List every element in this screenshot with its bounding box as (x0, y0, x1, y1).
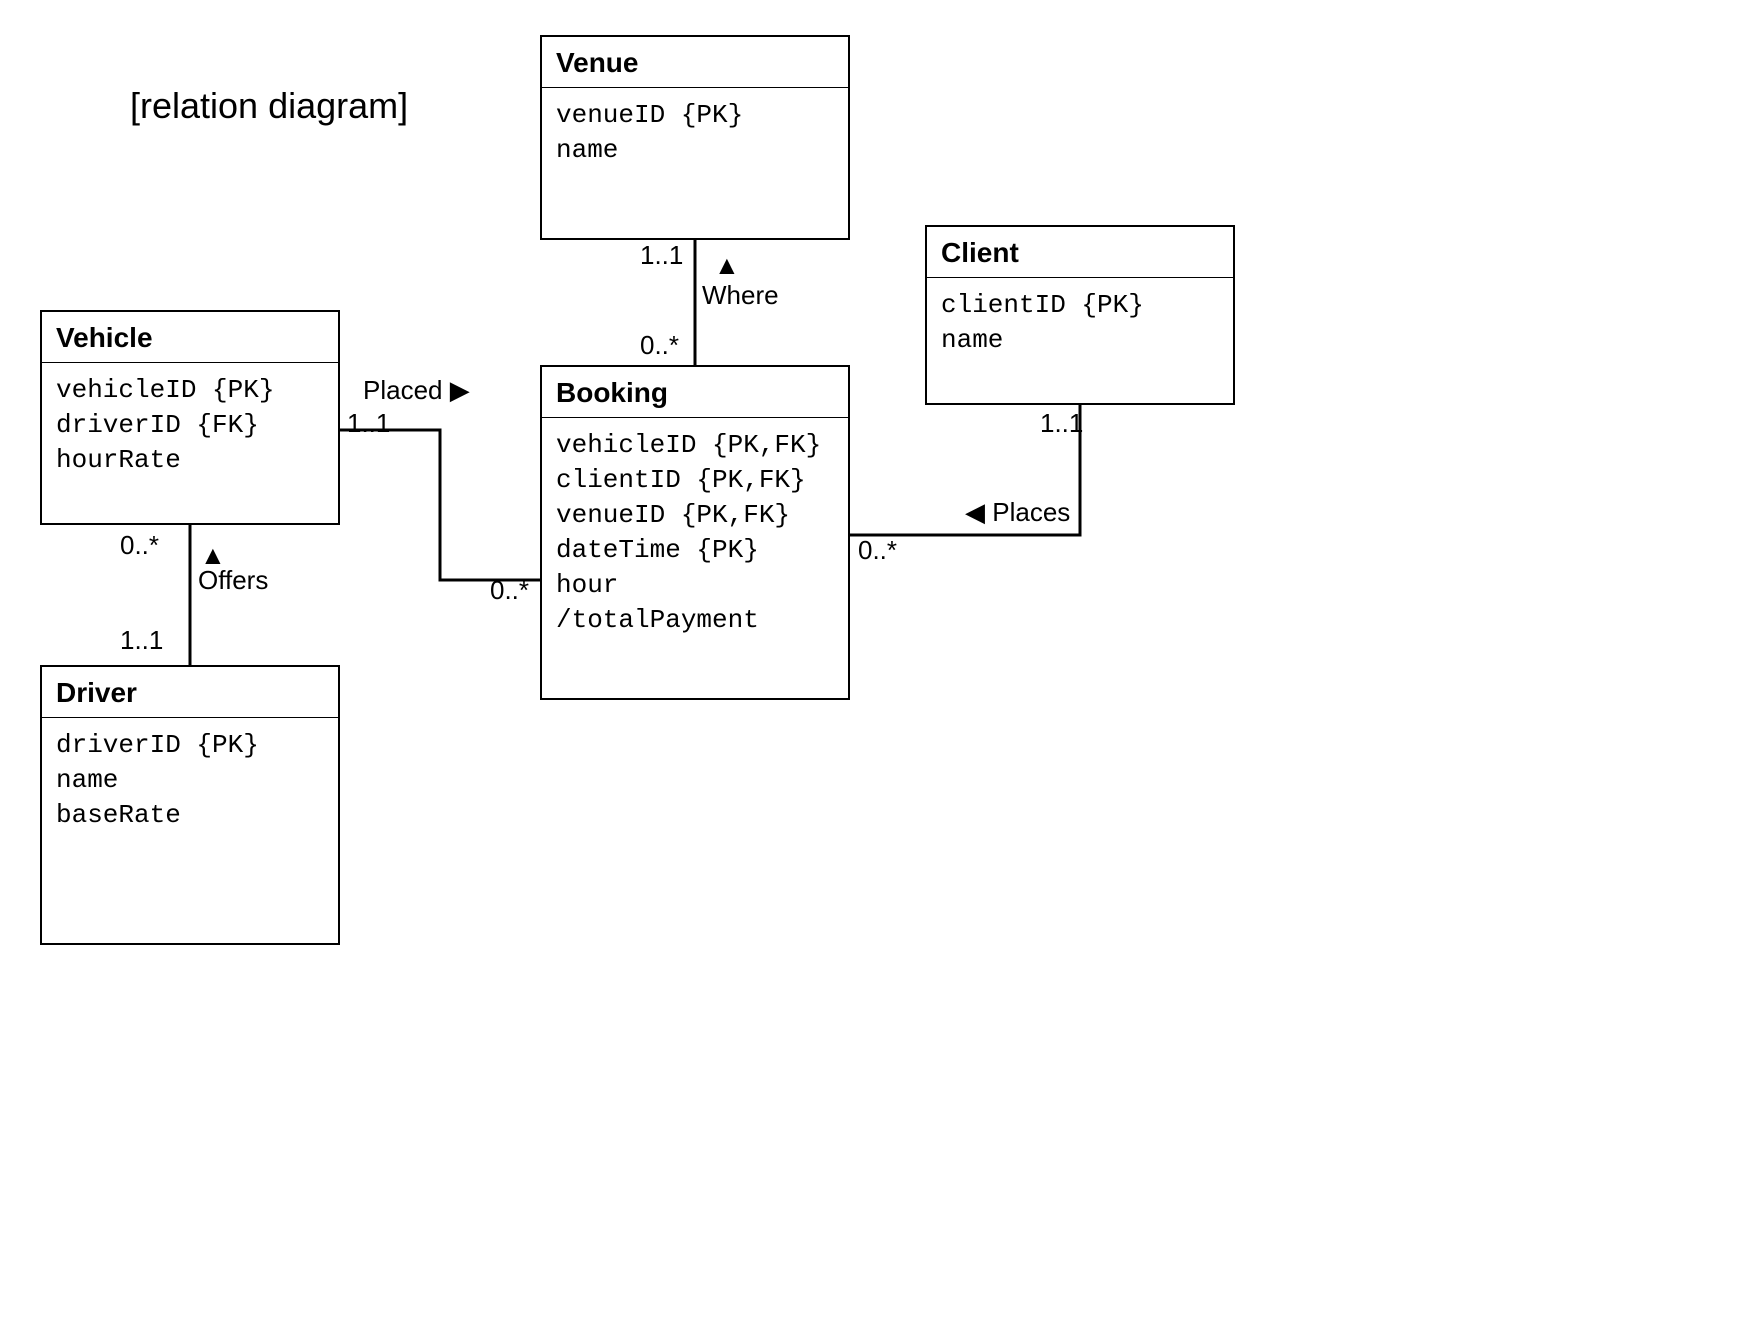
relation-where-m1: 1..1 (640, 240, 683, 271)
entity-driver-attr-1: name (56, 763, 324, 798)
entity-booking-attrs: vehicleID {PK,FK} clientID {PK,FK} venue… (542, 418, 848, 649)
entity-venue-attr-0: venueID {PK} (556, 98, 834, 133)
entity-booking-attr-0: vehicleID {PK,FK} (556, 428, 834, 463)
arrow-left-icon: ◀ (965, 497, 985, 527)
entity-client-attrs: clientID {PK} name (927, 278, 1233, 368)
arrow-up-icon-2: ▲ (714, 250, 740, 281)
entity-booking-attr-4: hour (556, 568, 834, 603)
entity-venue-attrs: venueID {PK} name (542, 88, 848, 178)
arrow-right-icon: ▶ (450, 375, 470, 405)
entity-venue-attr-1: name (556, 133, 834, 168)
entity-vehicle-attr-1: driverID {FK} (56, 408, 324, 443)
relation-offers-m2: 1..1 (120, 625, 163, 656)
relation-places-m2: 1..1 (1040, 408, 1083, 439)
relation-places-label: ◀ Places (965, 497, 1070, 528)
entity-driver-attrs: driverID {PK} name baseRate (42, 718, 338, 843)
entity-booking-attr-2: venueID {PK,FK} (556, 498, 834, 533)
entity-client-name: Client (927, 227, 1233, 278)
entity-vehicle-attr-2: hourRate (56, 443, 324, 478)
relation-where-label: Where (702, 280, 779, 311)
entity-vehicle-name: Vehicle (42, 312, 338, 363)
entity-client-attr-1: name (941, 323, 1219, 358)
entity-booking-attr-1: clientID {PK,FK} (556, 463, 834, 498)
entity-vehicle: Vehicle vehicleID {PK} driverID {FK} hou… (40, 310, 340, 525)
diagram-canvas: [relation diagram] Vehicle vehicleID {PK… (0, 0, 1753, 1331)
entity-vehicle-attrs: vehicleID {PK} driverID {FK} hourRate (42, 363, 338, 488)
entity-venue: Venue venueID {PK} name (540, 35, 850, 240)
entity-booking-attr-3: dateTime {PK} (556, 533, 834, 568)
entity-driver-attr-2: baseRate (56, 798, 324, 833)
entity-vehicle-attr-0: vehicleID {PK} (56, 373, 324, 408)
relation-places-m1: 0..* (858, 535, 897, 566)
relation-placed-label: Placed ▶ (363, 375, 470, 406)
entity-booking-name: Booking (542, 367, 848, 418)
entity-driver-attr-0: driverID {PK} (56, 728, 324, 763)
entity-driver: Driver driverID {PK} name baseRate (40, 665, 340, 945)
entity-client: Client clientID {PK} name (925, 225, 1235, 405)
entity-venue-name: Venue (542, 37, 848, 88)
entity-booking: Booking vehicleID {PK,FK} clientID {PK,F… (540, 365, 850, 700)
entity-driver-name: Driver (42, 667, 338, 718)
diagram-title: [relation diagram] (130, 85, 408, 127)
entity-booking-attr-5: /totalPayment (556, 603, 834, 638)
relation-placed-m1: 1..1 (347, 408, 390, 439)
relation-where-m2: 0..* (640, 330, 679, 361)
relation-offers-label: Offers (198, 565, 268, 596)
entity-client-attr-0: clientID {PK} (941, 288, 1219, 323)
relation-offers-m1: 0..* (120, 530, 159, 561)
relation-placed-m2: 0..* (490, 575, 529, 606)
